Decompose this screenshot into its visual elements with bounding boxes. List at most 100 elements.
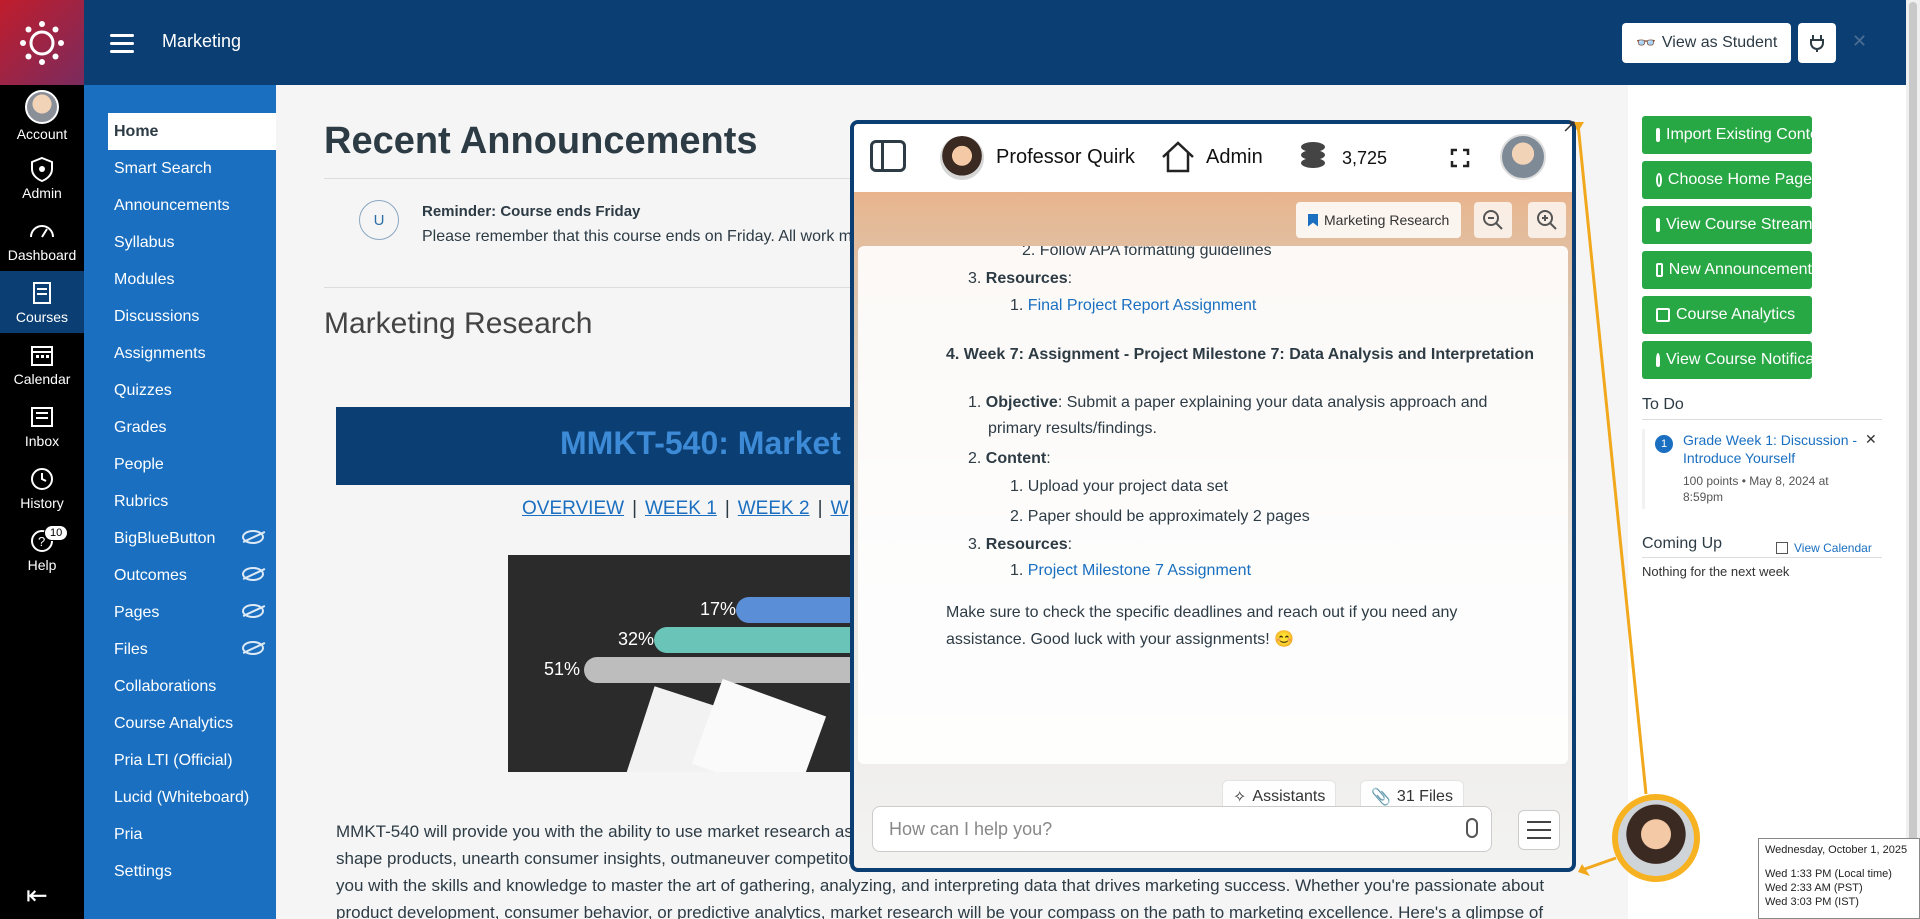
zoom-out-icon bbox=[1483, 210, 1503, 230]
course-nav-people[interactable]: People bbox=[84, 446, 276, 483]
final-project-report-link[interactable]: Final Project Report Assignment bbox=[1028, 297, 1257, 314]
course-nav-modules[interactable]: Modules bbox=[84, 261, 276, 298]
todo-item-link[interactable]: Grade Week 1: Discussion - Introduce You… bbox=[1683, 431, 1863, 467]
fullscreen-icon[interactable] bbox=[1450, 148, 1470, 168]
overview-link[interactable]: OVERVIEW bbox=[522, 498, 624, 519]
courses-icon bbox=[33, 282, 51, 304]
course-nav-home[interactable]: Home bbox=[108, 113, 276, 150]
course-nav-grades[interactable]: Grades bbox=[84, 409, 276, 446]
right-sidebar: Import Existing Content Choose Home Page… bbox=[1628, 85, 1920, 919]
breadcrumb[interactable]: Marketing bbox=[162, 31, 241, 52]
view-course-stream-button[interactable]: View Course Stream bbox=[1642, 206, 1812, 244]
course-nav-announcements[interactable]: Announcements bbox=[84, 187, 276, 224]
course-nav-label: Course Analytics bbox=[114, 714, 234, 732]
gnav-calendar[interactable]: Calendar bbox=[0, 333, 84, 395]
chat-line: Make sure to check the specific deadline… bbox=[946, 604, 1458, 621]
help-badge: 10 bbox=[44, 525, 69, 541]
view-course-notifications-button[interactable]: View Course Notifications bbox=[1642, 341, 1848, 379]
course-banner: MMKT-540: Market bbox=[336, 407, 936, 485]
user-avatar[interactable] bbox=[1500, 134, 1546, 180]
view-calendar-link[interactable]: View Calendar bbox=[1776, 541, 1872, 555]
chat-line: 2. Content: bbox=[968, 450, 1051, 467]
course-nav-files[interactable]: Files bbox=[84, 631, 276, 668]
sidebar-toggle-icon[interactable] bbox=[870, 140, 906, 172]
week-3-link[interactable]: W bbox=[831, 498, 849, 519]
assistant-avatar[interactable] bbox=[940, 136, 984, 180]
gnav-help[interactable]: ? 10 Help bbox=[0, 519, 84, 581]
chat-bold-label: Content bbox=[985, 450, 1047, 467]
course-description-line: product development, consumer behavior, … bbox=[336, 903, 1544, 919]
microphone-icon[interactable] bbox=[1466, 818, 1478, 838]
top-bar: Marketing 👓 View as Student ✕ bbox=[84, 0, 1920, 85]
course-nav-outcomes[interactable]: Outcomes bbox=[84, 557, 276, 594]
course-description-line: you with the skills and knowledge to mas… bbox=[336, 876, 1545, 895]
view-course-notifications-label: View Course Notifications bbox=[1666, 351, 1849, 368]
page-title: Recent Announcements bbox=[324, 120, 758, 162]
course-nav-quizzes[interactable]: Quizzes bbox=[84, 372, 276, 409]
course-nav-smart-search[interactable]: Smart Search bbox=[84, 150, 276, 187]
chat-input[interactable]: How can I help you? bbox=[872, 806, 1492, 852]
course-nav-assignments[interactable]: Assignments bbox=[84, 335, 276, 372]
credits-count: 3,725 bbox=[1342, 148, 1388, 168]
plug-button[interactable] bbox=[1798, 23, 1836, 63]
course-nav-pria[interactable]: Pria bbox=[84, 816, 276, 853]
chat-bold-label: Resources bbox=[985, 536, 1068, 553]
view-as-student-button[interactable]: 👓 View as Student bbox=[1622, 23, 1792, 63]
choose-home-page-button[interactable]: Choose Home Page bbox=[1642, 161, 1812, 199]
page-scrollbar[interactable] bbox=[1906, 0, 1920, 919]
gnav-history[interactable]: History bbox=[0, 457, 84, 519]
week-1-link[interactable]: WEEK 1 bbox=[645, 498, 717, 519]
collapse-nav-icon[interactable]: ⇤ bbox=[26, 880, 48, 911]
course-nav-rubrics[interactable]: Rubrics bbox=[84, 483, 276, 520]
close-icon[interactable]: ✕ bbox=[1852, 31, 1867, 52]
chat-menu-button[interactable] bbox=[1518, 810, 1560, 850]
chat-bold-label: Resources bbox=[985, 270, 1068, 287]
new-announcement-label: New Announcement bbox=[1668, 261, 1812, 278]
list-number: 2. bbox=[968, 450, 982, 467]
context-chip[interactable]: Marketing Research bbox=[1296, 202, 1462, 238]
course-nav: Home Smart Search Announcements Syllabus Mod… bbox=[84, 85, 276, 919]
course-nav-settings[interactable]: Settings bbox=[84, 853, 276, 890]
chat-line: 4. Week 7: Assignment - Project Mileston… bbox=[946, 346, 1534, 363]
gnav-admin[interactable]: Admin bbox=[0, 147, 84, 209]
clock-tooltip: Wednesday, October 1, 2025 Wed 1:33 PM (… bbox=[1758, 838, 1920, 919]
gnav-account[interactable]: Account bbox=[0, 85, 84, 147]
admin-label[interactable]: Admin bbox=[1206, 146, 1263, 169]
new-announcement-button[interactable]: New Announcement bbox=[1642, 251, 1812, 289]
history-icon bbox=[31, 468, 53, 490]
todo-heading: To Do bbox=[1642, 396, 1684, 413]
hamburger-menu-icon[interactable] bbox=[110, 34, 134, 58]
import-existing-content-button[interactable]: Import Existing Content bbox=[1642, 116, 1832, 154]
list-number: 3. bbox=[968, 536, 982, 553]
announcement-title[interactable]: Reminder: Course ends Friday bbox=[422, 203, 640, 220]
course-analytics-button[interactable]: Course Analytics bbox=[1642, 296, 1812, 334]
zoom-out-button[interactable] bbox=[1474, 202, 1512, 238]
chat-line: 3. Resources: bbox=[968, 270, 1073, 287]
assistant-name[interactable]: Professor Quirk bbox=[996, 146, 1135, 169]
course-nav-syllabus[interactable]: Syllabus bbox=[84, 224, 276, 261]
resize-handle-icon[interactable]: ↗ bbox=[1562, 116, 1577, 137]
course-nav-bigbluebutton[interactable]: BigBlueButton bbox=[84, 520, 276, 557]
hidden-eye-icon bbox=[242, 567, 264, 581]
course-nav-pages[interactable]: Pages bbox=[84, 594, 276, 631]
week-2-link[interactable]: WEEK 2 bbox=[738, 498, 810, 519]
course-nav-pria-lti-official[interactable]: Pria LTI (Official) bbox=[84, 742, 276, 779]
course-nav-lucid-whiteboard[interactable]: Lucid (Whiteboard) bbox=[84, 779, 276, 816]
zoom-in-button[interactable] bbox=[1528, 202, 1566, 238]
canvas-logo[interactable] bbox=[0, 0, 84, 85]
course-nav-label: Files bbox=[114, 640, 148, 658]
calendar-icon bbox=[1776, 542, 1788, 554]
course-nav-collaborations[interactable]: Collaborations bbox=[84, 668, 276, 705]
home-icon[interactable] bbox=[1160, 140, 1196, 174]
gnav-inbox[interactable]: Inbox bbox=[0, 395, 84, 457]
floating-assistant-button[interactable] bbox=[1612, 794, 1700, 882]
course-nav-course-analytics[interactable]: Course Analytics bbox=[84, 705, 276, 742]
scrollbar-thumb[interactable] bbox=[1909, 2, 1917, 916]
course-banner-text: MMKT-540: Market bbox=[560, 425, 841, 461]
dismiss-todo-icon[interactable]: ✕ bbox=[1865, 431, 1877, 448]
gnav-courses[interactable]: Courses bbox=[0, 271, 84, 333]
project-milestone-7-link[interactable]: Project Milestone 7 Assignment bbox=[1028, 562, 1251, 579]
chat-bold-label: Objective bbox=[985, 394, 1058, 411]
gnav-dashboard[interactable]: Dashboard bbox=[0, 209, 84, 271]
course-nav-discussions[interactable]: Discussions bbox=[84, 298, 276, 335]
